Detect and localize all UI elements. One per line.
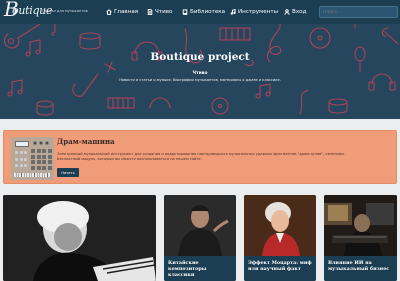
- promo-title: Драм-машина: [57, 137, 115, 146]
- site-logo[interactable]: B outique: [3, 0, 52, 23]
- home-icon: [106, 9, 112, 15]
- hero-title: Boutique project: [150, 51, 250, 63]
- device-knob: [45, 141, 49, 145]
- device-screen: [15, 141, 29, 147]
- device-keyboard: [14, 173, 51, 177]
- article-caption: Китайские композиторы классики: [164, 256, 236, 281]
- nav-library[interactable]: Библиотека: [182, 0, 225, 24]
- nav-home[interactable]: Главная: [106, 0, 138, 24]
- device-buttons: [15, 151, 27, 169]
- logo-mark: B outique: [3, 0, 52, 21]
- article-photo: [244, 195, 316, 256]
- nav-instruments-label: Инструменты: [238, 9, 279, 15]
- promo-text: Электронный музыкальный инструмент для с…: [57, 152, 345, 161]
- device-knob: [39, 141, 43, 145]
- drum-machine-promo: Драм-машина Электронный музыкальный инст…: [3, 130, 397, 184]
- article-caption: Эффект Моцарта: миф или научный факт: [244, 256, 316, 281]
- article-card[interactable]: Эффект Моцарта: миф или научный факт: [244, 195, 316, 281]
- search-input[interactable]: [319, 6, 398, 18]
- hero-banner: Boutique project Чтиво Новости и статьи …: [0, 24, 400, 119]
- music-note-icon: [230, 9, 236, 15]
- article-card[interactable]: Влияние ИИ на музыкальный бизнес: [324, 195, 397, 281]
- site-tagline: Портал для музыкантов: [42, 9, 88, 13]
- document-icon: [147, 9, 153, 15]
- nav-instruments[interactable]: Инструменты: [230, 0, 278, 24]
- hero-description: Новости и статьи о музыке, биографии муз…: [119, 78, 281, 82]
- nav-login-label: Вход: [292, 9, 307, 15]
- drum-machine-image: [11, 137, 54, 180]
- nav-home-label: Главная: [114, 9, 139, 15]
- article-card[interactable]: Китайские композиторы классики: [164, 195, 236, 281]
- article-photo: [164, 195, 236, 256]
- nav-login[interactable]: Вход: [284, 0, 306, 24]
- book-icon: [182, 9, 188, 15]
- article-photo: [3, 195, 156, 281]
- nav-reading[interactable]: Чтиво: [147, 0, 172, 24]
- device-pads: [31, 149, 52, 171]
- user-icon: [284, 9, 290, 15]
- device-knob: [33, 141, 37, 145]
- article-caption: Влияние ИИ на музыкальный бизнес: [324, 256, 397, 281]
- article-photo: [324, 195, 397, 256]
- top-navigation-bar: B outique Портал для музыкантов Главная …: [0, 0, 400, 24]
- start-button[interactable]: Начать: [57, 168, 79, 177]
- hero-subtitle: Чтиво: [192, 71, 208, 76]
- article-card[interactable]: [3, 195, 156, 281]
- nav-library-label: Библиотека: [190, 9, 226, 15]
- nav-reading-label: Чтиво: [155, 9, 173, 15]
